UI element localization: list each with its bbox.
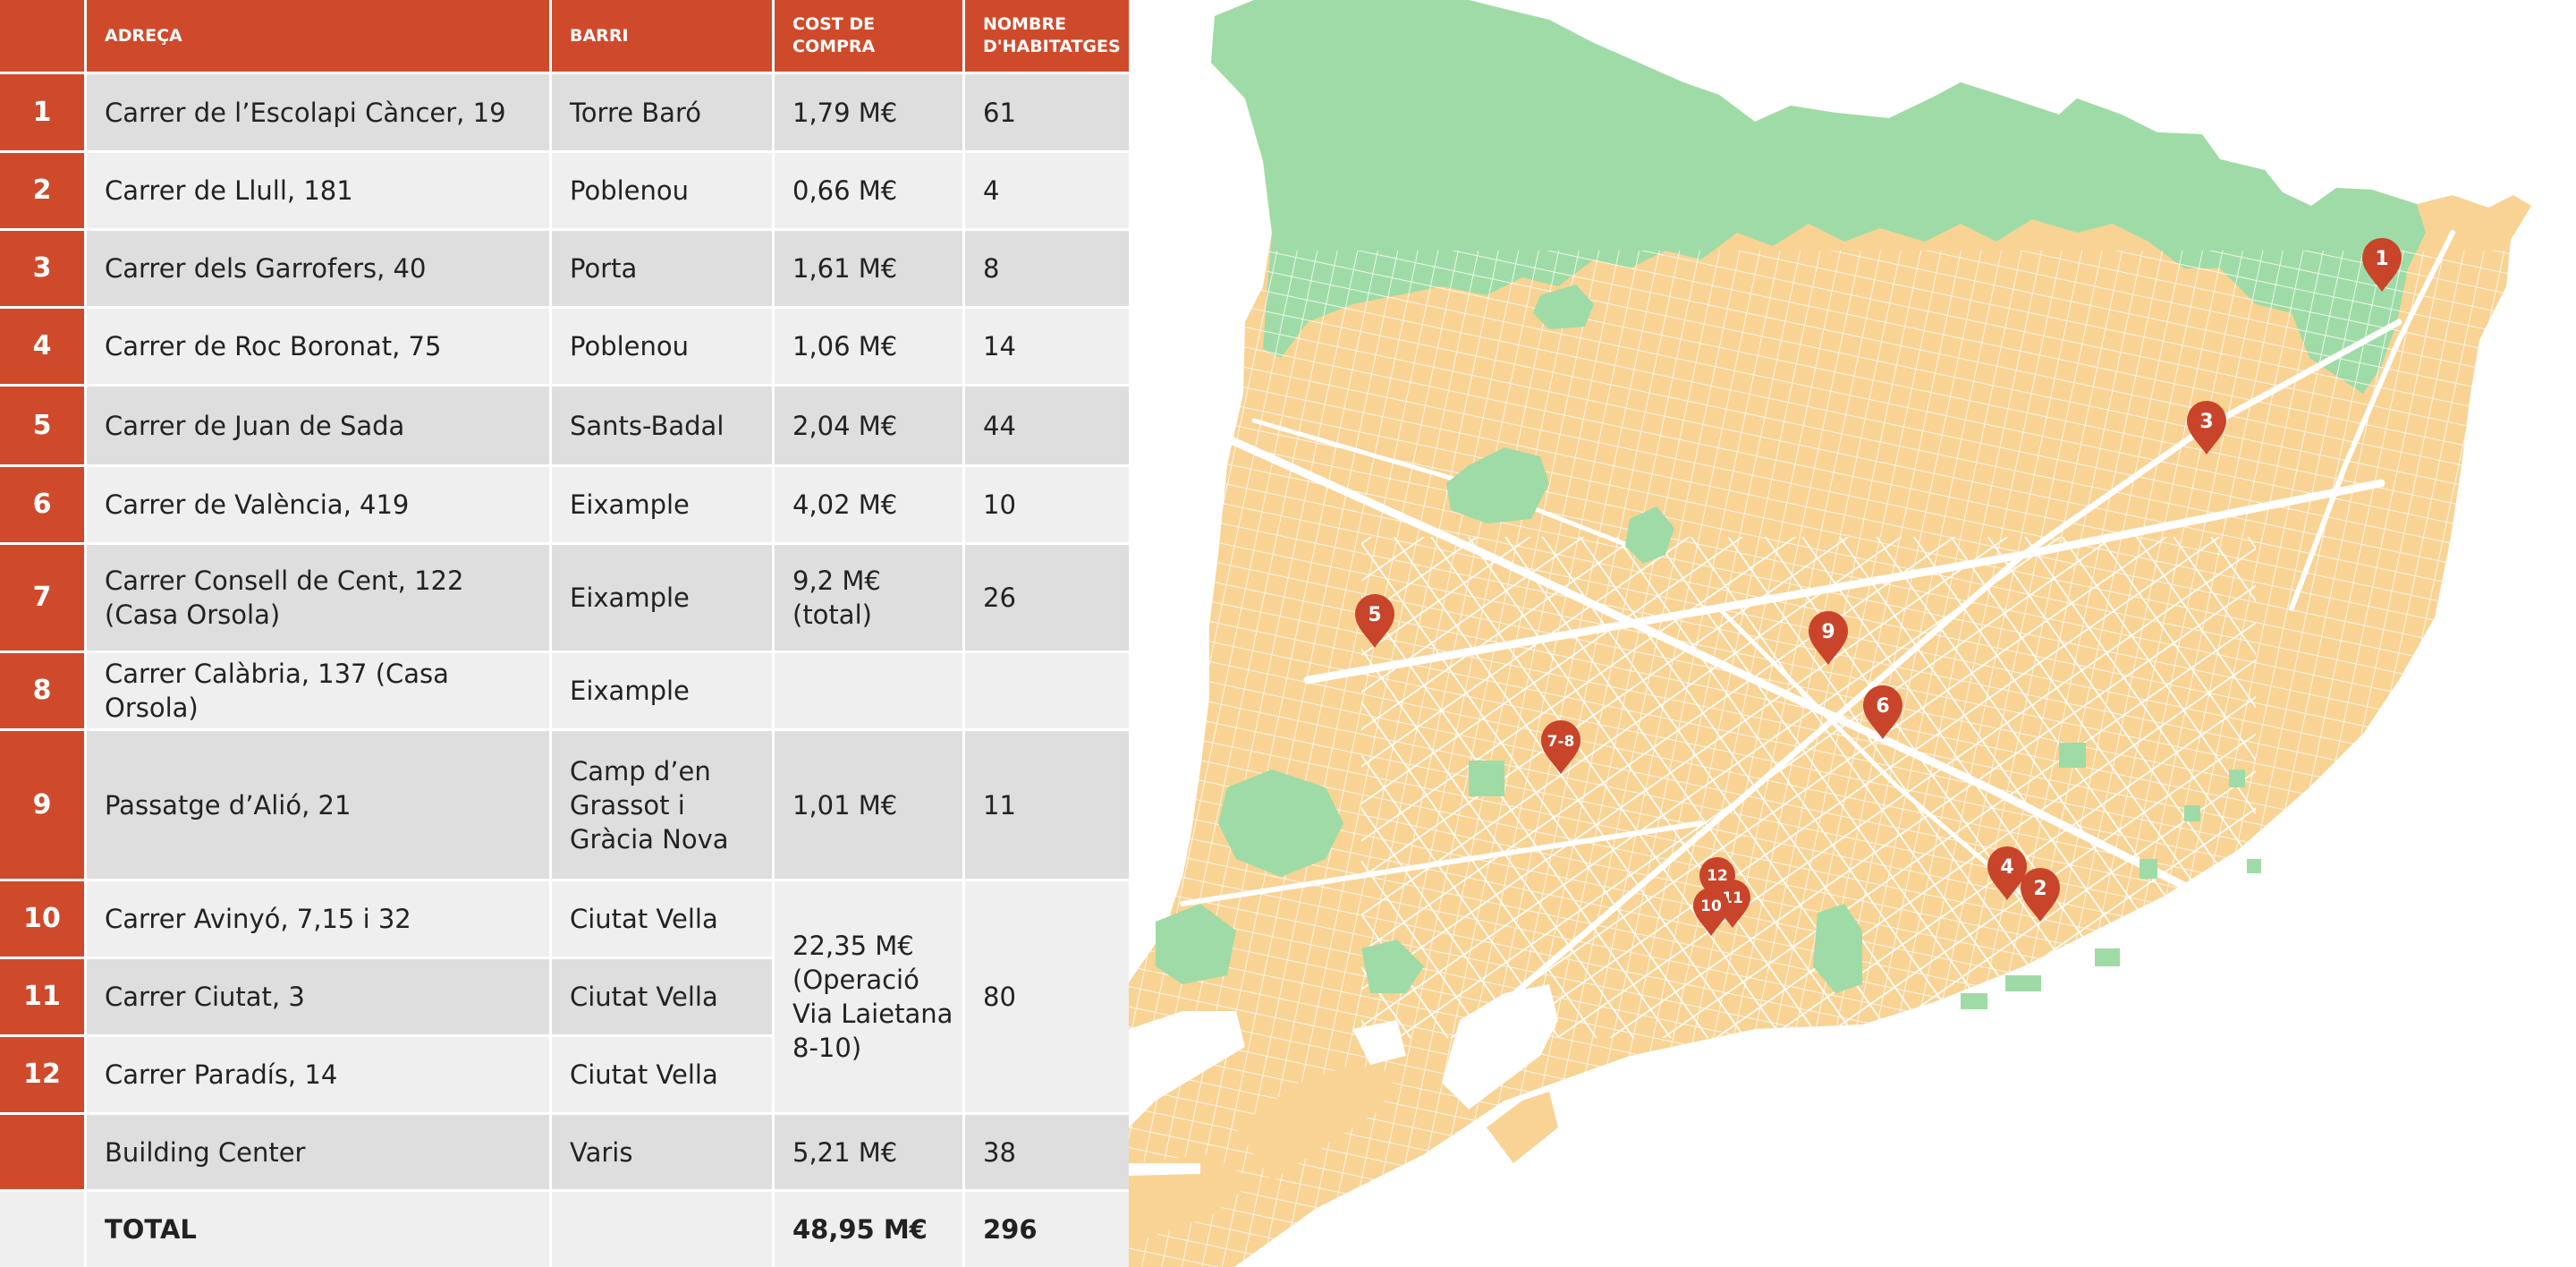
header-number	[0, 0, 84, 72]
row-homes: 14	[965, 309, 1129, 384]
row-number: 1	[0, 74, 84, 150]
total-cost: 48,95 M€	[775, 1192, 962, 1267]
row-number: 3	[0, 231, 84, 306]
row-number: 8	[0, 653, 84, 728]
marker-label: 1	[2375, 248, 2388, 270]
marker-label: 6	[1876, 695, 1889, 718]
marker-label: 10	[1700, 897, 1722, 915]
barcelona-map: 1 2 3 4 5 6 7-8 9 12 11 10	[1129, 0, 2576, 1267]
table-row: 5 Carrer de Juan de Sada Sants-Badal 2,0…	[0, 387, 1129, 464]
row-number: 9	[0, 731, 84, 879]
map-canvas: 1 2 3 4 5 6 7-8 9 12 11 10	[1129, 0, 2531, 1267]
marker-label: 4	[2000, 856, 2013, 879]
row-cost: 2,04 M€	[775, 387, 962, 464]
header-homes-label: NOMBRE D'HABITATGES	[983, 14, 1121, 56]
row-cost: 1,79 M€	[775, 74, 962, 150]
table-row: 2 Carrer de Llull, 181 Poblenou 0,66 M€ …	[0, 153, 1129, 228]
total-label: TOTAL	[87, 1192, 549, 1267]
row-address: Carrer de Juan de Sada	[87, 387, 549, 464]
properties-table: ADREÇA BARRI COST DE COMPRA NOMBRE D'HAB…	[0, 0, 1129, 1267]
row-cost: 9,2 M€ (total)	[775, 545, 962, 651]
row-district: Camp d’en Grassot i Gràcia Nova	[552, 731, 772, 879]
table-row: 7 Carrer Consell de Cent, 122 (Casa Orso…	[0, 545, 1129, 651]
row-number: 2	[0, 153, 84, 228]
row-address: Carrer Consell de Cent, 122 (Casa Orsola…	[87, 545, 549, 651]
total-number-empty	[0, 1192, 84, 1267]
row-number: 7	[0, 545, 84, 651]
row-homes: 38	[965, 1115, 1129, 1189]
row-number: 6	[0, 467, 84, 542]
row-cost: 1,01 M€	[775, 731, 962, 879]
row-address: Passatge d’Alió, 21	[87, 731, 549, 879]
row-address: Carrer de València, 419	[87, 467, 549, 542]
row-homes: 44	[965, 387, 1129, 464]
row-address: Building Center	[87, 1115, 549, 1189]
group-homes: 80	[965, 881, 1129, 1112]
table-row: 3 Carrer dels Garrofers, 40 Porta 1,61 M…	[0, 231, 1129, 306]
table-row: 4 Carrer de Roc Boronat, 75 Poblenou 1,0…	[0, 309, 1129, 384]
row-homes: 8	[965, 231, 1129, 306]
table-row: 1 Carrer de l’Escolapi Càncer, 19 Torre …	[0, 74, 1129, 150]
header-homes: NOMBRE D'HABITATGES	[965, 0, 1129, 72]
row-district: Sants-Badal	[552, 387, 772, 464]
marker-label: 2	[2033, 878, 2046, 900]
header-cost: COST DE COMPRA	[775, 0, 962, 72]
row-address: Carrer de Llull, 181	[87, 153, 549, 228]
marker-label: 3	[2199, 411, 2213, 433]
table-row: Building Center Varis 5,21 M€ 38	[0, 1115, 1129, 1189]
row-cost	[775, 653, 962, 728]
row-cost: 0,66 M€	[775, 153, 962, 228]
group-cost: 22,35 M€ (Operació Via Laietana 8-10)	[775, 881, 962, 1112]
row-district: Porta	[552, 231, 772, 306]
table-row: 6 Carrer de València, 419 Eixample 4,02 …	[0, 467, 1129, 542]
row-address: Carrer dels Garrofers, 40	[87, 231, 549, 306]
row-cost: 1,61 M€	[775, 231, 962, 306]
row-homes: 61	[965, 74, 1129, 150]
row-homes: 10	[965, 467, 1129, 542]
row-number: 4	[0, 309, 84, 384]
row-homes	[965, 653, 1129, 728]
total-homes: 296	[965, 1192, 1129, 1267]
table-header: ADREÇA BARRI COST DE COMPRA NOMBRE D'HAB…	[0, 0, 1129, 72]
row-district: Torre Baró	[552, 74, 772, 150]
row-district: Varis	[552, 1115, 772, 1189]
header-district: BARRI	[552, 0, 772, 72]
row-homes: 4	[965, 153, 1129, 228]
table-row: 9 Passatge d’Alió, 21 Camp d’en Grassot …	[0, 731, 1129, 879]
row-address: Carrer de l’Escolapi Càncer, 19	[87, 74, 549, 150]
header-address: ADREÇA	[87, 0, 549, 72]
row-district: Eixample	[552, 653, 772, 728]
row-district: Poblenou	[552, 153, 772, 228]
marker-label: 7-8	[1547, 733, 1575, 751]
marker-label: 9	[1821, 621, 1835, 643]
row-address: Carrer de Roc Boronat, 75	[87, 309, 549, 384]
row-district: Eixample	[552, 467, 772, 542]
row-cost: 4,02 M€	[775, 467, 962, 542]
row-district: Poblenou	[552, 309, 772, 384]
row-homes: 11	[965, 731, 1129, 879]
total-district-empty	[552, 1192, 772, 1267]
row-cost: 5,21 M€	[775, 1115, 962, 1189]
marker-label: 5	[1368, 604, 1381, 626]
row-cost: 1,06 M€	[775, 309, 962, 384]
row-number: 5	[0, 387, 84, 464]
row-number	[0, 1115, 84, 1189]
total-row: TOTAL 48,95 M€ 296	[0, 1192, 1129, 1267]
row-address: Carrer Calàbria, 137 (Casa Orsola)	[87, 653, 549, 728]
row-district: Eixample	[552, 545, 772, 651]
row-homes: 26	[965, 545, 1129, 651]
merged-group-row: 22,35 M€ (Operació Via Laietana 8-10) 80	[0, 881, 1129, 1112]
table-row: 8 Carrer Calàbria, 137 (Casa Orsola) Eix…	[0, 653, 1129, 728]
